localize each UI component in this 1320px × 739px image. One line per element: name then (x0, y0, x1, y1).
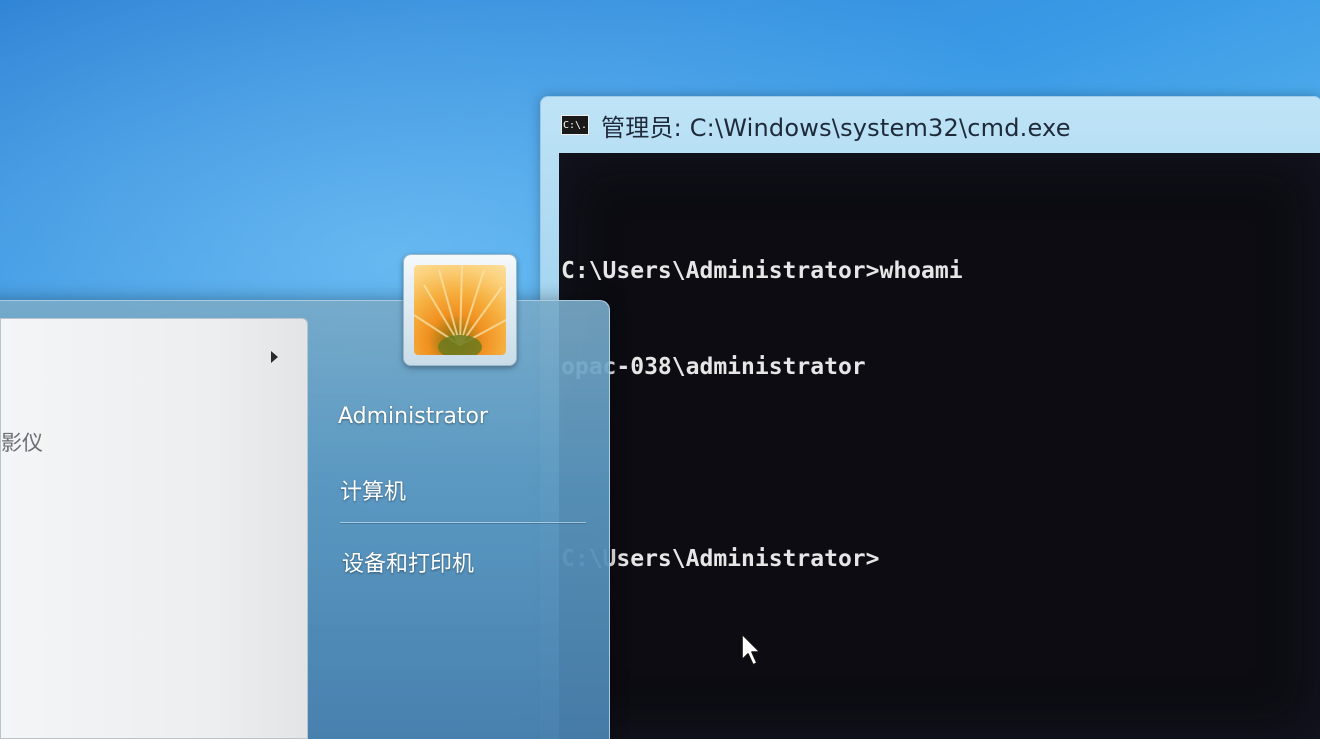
chevron-right-icon[interactable] (271, 351, 278, 363)
cmd-titlebar[interactable]: C:\. 管理员: C:\Windows\system32\cmd.exe (541, 97, 1320, 153)
mouse-cursor-icon (741, 633, 761, 666)
menu-separator (340, 522, 586, 523)
cmd-icon[interactable]: C:\. (561, 115, 589, 135)
console-prompt-line: C:\Users\Administrator> (561, 546, 880, 572)
console-area[interactable]: C:\Users\Administrator>whoami opac-038\a… (559, 153, 1320, 739)
flower-icon (414, 265, 506, 355)
cmd-window[interactable]: C:\. 管理员: C:\Windows\system32\cmd.exe C:… (540, 96, 1320, 739)
computer-link[interactable]: 计算机 (340, 474, 406, 506)
devices-printers-link[interactable]: 设备和打印机 (342, 546, 474, 578)
console-line: opac-038\administrator (561, 354, 866, 380)
user-name-link[interactable]: Administrator (338, 404, 488, 429)
program-item-partial[interactable]: 影仪 (1, 427, 43, 457)
user-avatar-flower (414, 265, 506, 355)
user-avatar[interactable] (403, 254, 517, 366)
console-line: C:\Users\Administrator>whoami (561, 258, 963, 284)
window-title: 管理员: C:\Windows\system32\cmd.exe (601, 113, 1071, 142)
console-output: C:\Users\Administrator>whoami opac-038\a… (561, 191, 963, 639)
programs-pane: 影仪 (0, 318, 308, 739)
